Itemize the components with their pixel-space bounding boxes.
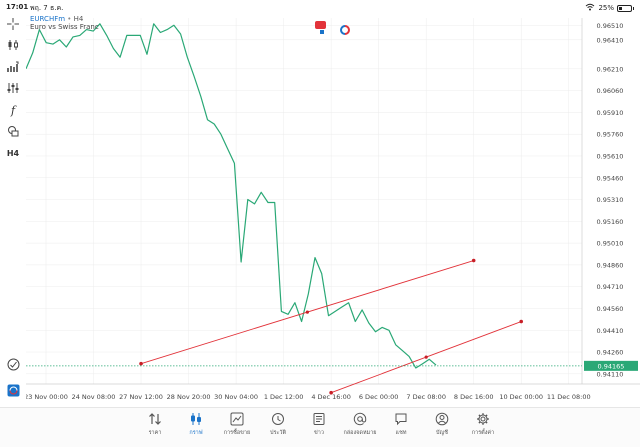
tab-history[interactable]: ประวัติ — [255, 410, 301, 444]
x-tick-label: 28 Nov 20:00 — [167, 393, 211, 401]
gear-icon — [460, 411, 506, 425]
status-right: 25% — [585, 3, 634, 13]
tab-chat[interactable]: แชท — [378, 410, 424, 444]
x-tick-label: 30 Nov 04:00 — [214, 393, 258, 401]
symbol-name: EURCHFm — [30, 15, 66, 23]
x-tick-label: 23 Nov 00:00 — [26, 393, 68, 401]
y-tick-label: 0.95010 — [597, 240, 624, 248]
one-click-trading-icon[interactable] — [5, 382, 21, 398]
tab-trade[interactable]: การซื้อขาย — [214, 410, 260, 444]
tab-label: บัญชี — [436, 430, 448, 436]
symbol-timeframe: H4 — [73, 15, 84, 23]
status-bar: 17:01 พฤ. 7 ธ.ค. 25% — [0, 0, 640, 14]
objects-icon[interactable] — [5, 123, 21, 139]
trendline-handle — [519, 319, 524, 324]
tab-label: แชท — [395, 430, 407, 436]
buy-icon — [340, 25, 350, 35]
function-icon[interactable]: f — [5, 102, 21, 118]
newspaper-icon — [296, 411, 342, 425]
tab-settings[interactable]: การตั้งค่า — [460, 410, 506, 444]
symbol-separator: • — [67, 15, 72, 23]
x-tick-label: 27 Nov 12:00 — [119, 393, 163, 401]
symbol-header: EURCHFm • H4 — [30, 15, 83, 23]
trendline-handle — [305, 310, 309, 314]
y-tick-label: 0.95760 — [597, 131, 624, 139]
x-tick-label: 24 Nov 08:00 — [72, 393, 116, 401]
tab-label: กราฟ — [189, 430, 203, 436]
trade-levels-icon[interactable] — [5, 356, 21, 372]
tab-label: ประวัติ — [269, 430, 287, 436]
trade-chart-icon — [214, 411, 260, 426]
buy-button[interactable] — [339, 20, 351, 35]
y-tick-label: 0.94710 — [597, 283, 624, 291]
candles-icon — [173, 411, 219, 425]
price-chart[interactable]: 0.96510 0.96410 0.96210 0.96060 0.95910 0.957… — [24, 14, 640, 407]
trendline-handle — [424, 355, 428, 359]
timeframe-label[interactable]: H4 — [5, 145, 21, 161]
trendline-handle — [329, 390, 333, 395]
bottom-tab-bar: ราคา กราฟ การซื้อขาย ประวัติ ข่าว กล่องจ… — [0, 407, 640, 447]
clock-history-icon — [255, 411, 301, 425]
y-tick-label: 0.94110 — [597, 370, 624, 378]
y-tick-label: 0.96210 — [597, 65, 624, 73]
battery-fill — [619, 6, 622, 10]
tab-mailbox[interactable]: กล่องจดหมาย — [337, 410, 383, 444]
y-tick-label: 0.96510 — [597, 22, 624, 30]
y-tick-label: 0.95910 — [597, 109, 624, 117]
y-tick-label: 0.94560 — [597, 305, 624, 313]
x-tick-label: 1 Dec 12:00 — [264, 393, 304, 401]
price-series-line — [25, 23, 437, 369]
trendline-handle — [139, 361, 143, 366]
tab-label: การตั้งค่า — [471, 430, 495, 436]
tab-quotes[interactable]: ราคา — [132, 410, 178, 444]
indicators-icon[interactable] — [5, 59, 21, 75]
chart-type-icon[interactable] — [5, 37, 21, 53]
y-tick-label: 0.96410 — [597, 36, 624, 44]
y-tick-label: 0.95610 — [597, 152, 624, 160]
settings-sliders-icon[interactable] — [5, 80, 21, 96]
y-tick-label: 0.95460 — [597, 174, 624, 182]
y-tick-label: 0.96060 — [597, 87, 624, 95]
symbol-description: Euro vs Swiss Franc — [30, 23, 99, 31]
chart-canvas[interactable]: 0.96510 0.96410 0.96210 0.96060 0.95910 0.957… — [24, 14, 640, 407]
tab-label: กล่องจดหมาย — [343, 430, 377, 436]
x-tick-label: 8 Dec 16:00 — [454, 393, 494, 401]
y-tick-label: 0.95160 — [597, 218, 624, 226]
at-icon — [337, 411, 383, 426]
sell-button[interactable] — [315, 21, 326, 34]
chat-icon — [378, 411, 424, 426]
wifi-icon — [585, 3, 595, 13]
x-tick-label: 7 Dec 08:00 — [406, 393, 446, 401]
y-tick-label: 0.94260 — [597, 349, 624, 357]
tab-chart[interactable]: กราฟ — [173, 410, 219, 444]
x-tick-label: 10 Dec 00:00 — [499, 393, 543, 401]
tool-rail: f H4 — [0, 14, 26, 407]
tab-label: ข่าว — [314, 430, 324, 436]
tab-accounts[interactable]: บัญชี — [419, 410, 465, 444]
sell-icon — [317, 30, 324, 34]
x-tick-label: 11 Dec 08:00 — [547, 393, 591, 401]
crosshair-icon[interactable] — [5, 16, 21, 32]
y-tick-label: 0.94410 — [597, 327, 624, 335]
battery-percent: 25% — [598, 4, 614, 12]
trendline-handle — [471, 258, 476, 263]
status-date: พฤ. 7 ธ.ค. — [30, 4, 64, 12]
arrows-updown-icon — [132, 411, 178, 425]
x-tick-label: 6 Dec 00:00 — [359, 393, 399, 401]
tab-label: การซื้อขาย — [223, 430, 251, 436]
tab-news[interactable]: ข่าว — [296, 410, 342, 444]
battery-icon — [617, 4, 634, 12]
current-price-label: 0.94165 — [598, 362, 625, 370]
tab-label: ราคา — [148, 430, 162, 436]
y-tick-label: 0.95310 — [597, 196, 624, 204]
user-icon — [419, 411, 465, 426]
status-time: 17:01 — [6, 3, 29, 11]
y-tick-label: 0.94860 — [597, 261, 624, 269]
